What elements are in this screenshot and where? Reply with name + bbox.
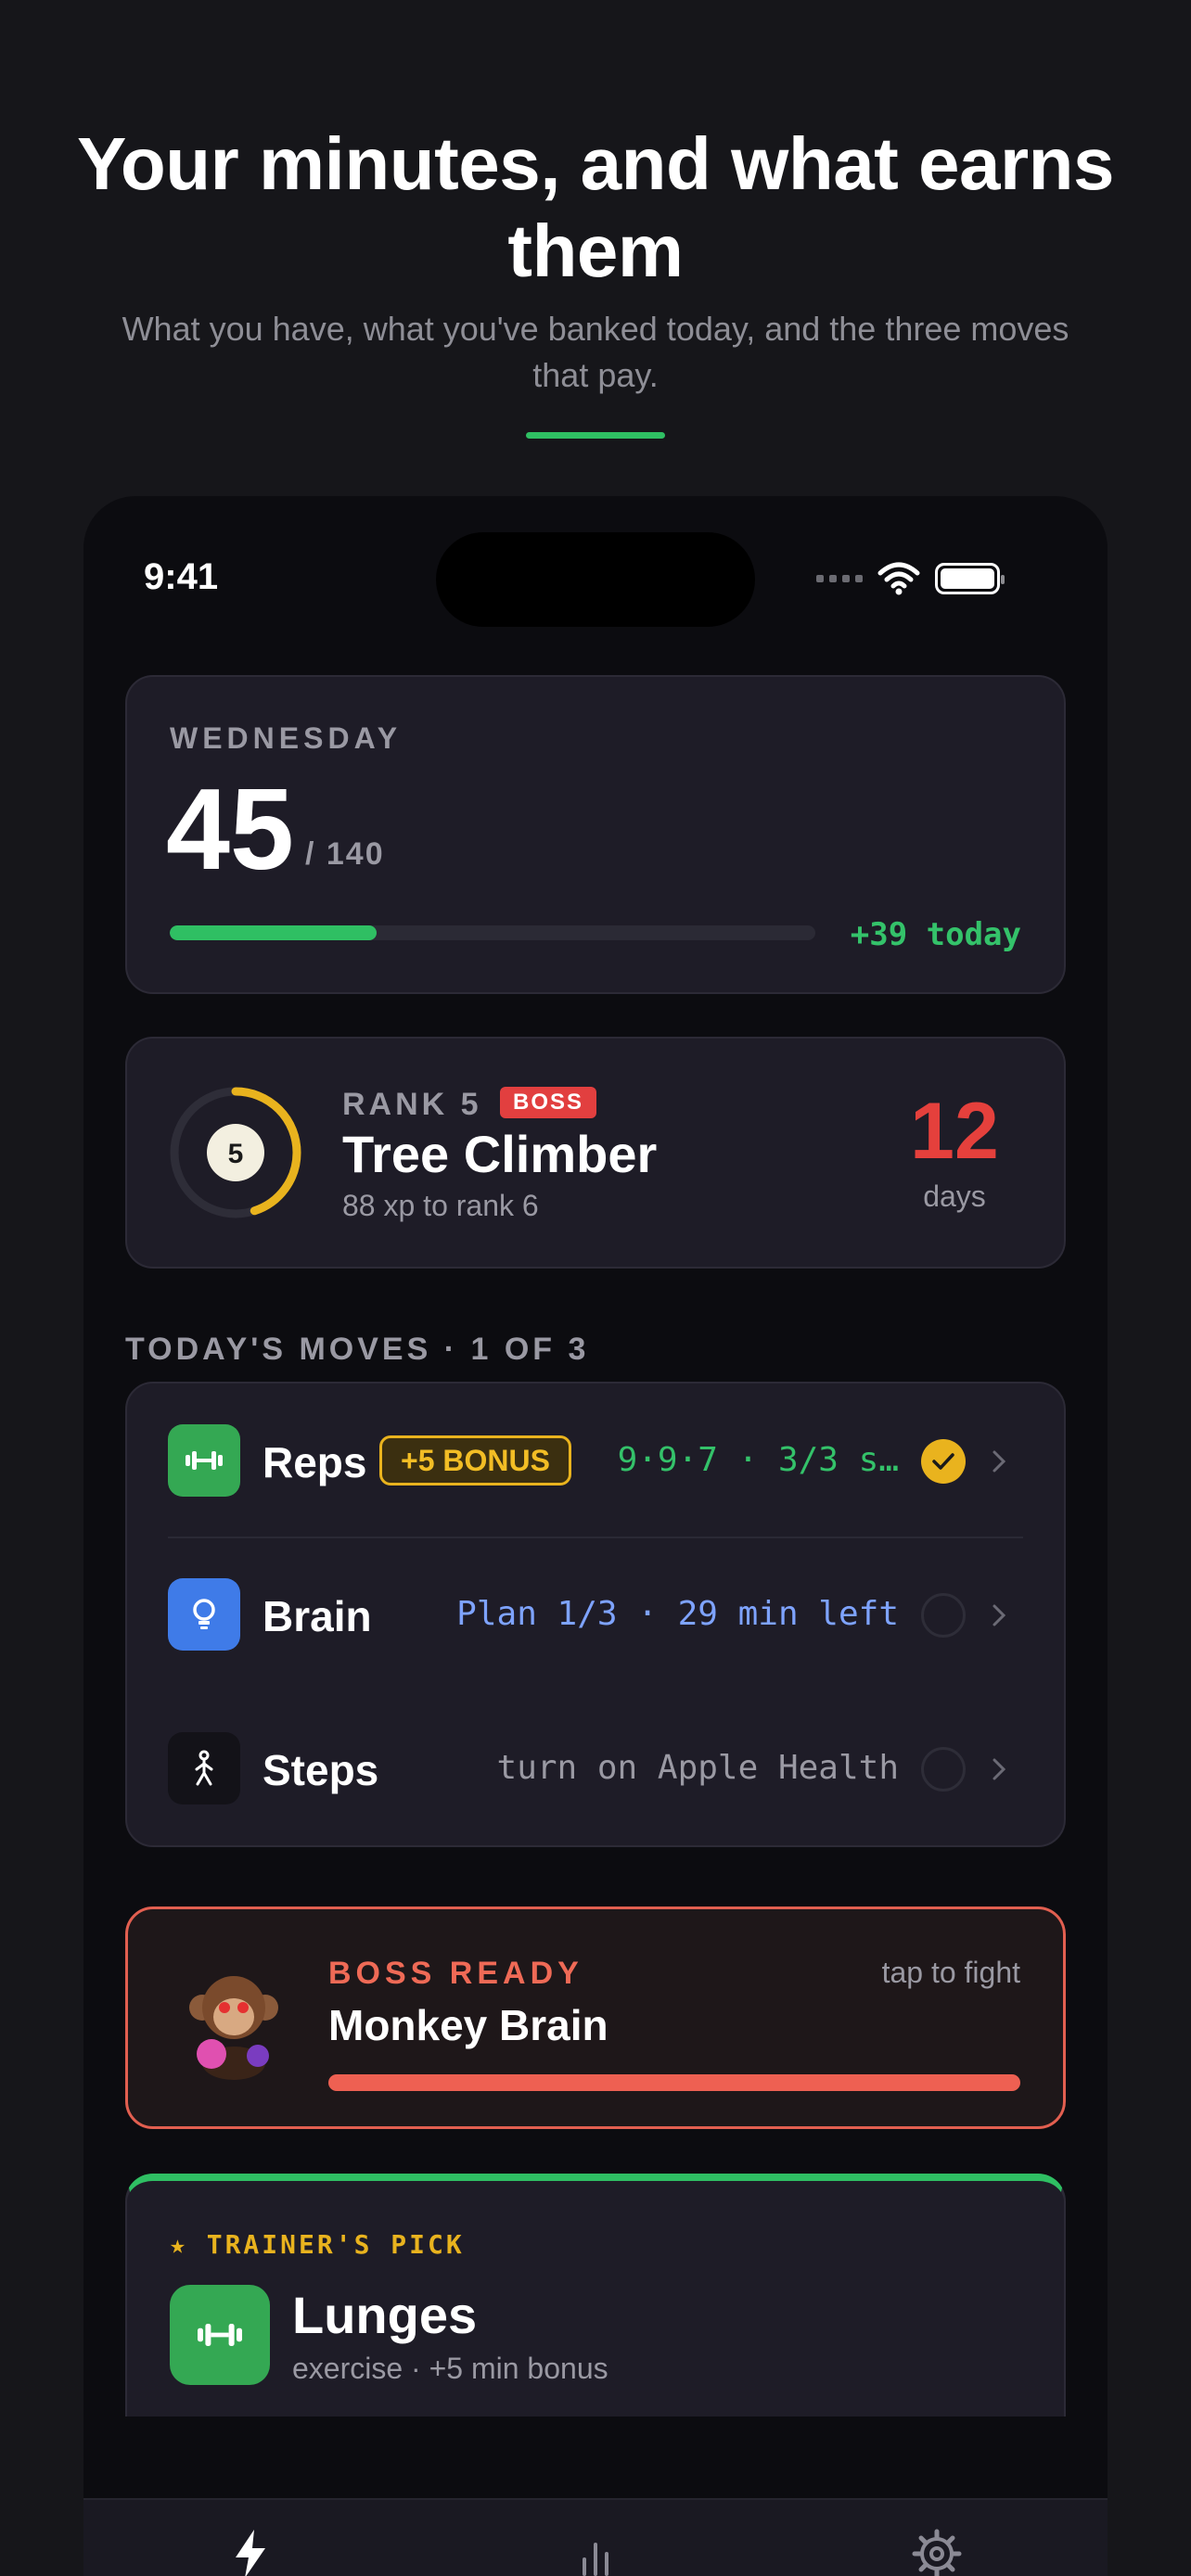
move-row-brain[interactable]: Brain Plan 1/3 · 29 min left (127, 1537, 1064, 1691)
boss-badge: BOSS (500, 1087, 597, 1118)
walking-icon (168, 1732, 240, 1804)
move-name: Brain (263, 1592, 372, 1640)
chevron-right-icon (992, 1450, 1006, 1473)
rank-xp: 88 xp to rank 6 (342, 1189, 539, 1222)
move-name: Steps (263, 1746, 379, 1794)
status-time: 9:41 (144, 556, 219, 597)
rank-progress-ring: 5 (170, 1087, 301, 1218)
trainer-pick-card[interactable]: ★ TRAINER'S PICK Lunges exercise · +5 mi… (125, 2174, 1066, 2417)
move-detail: 9·9·7 · 3/3 s… (617, 1441, 899, 1479)
bonus-tag: +5 BONUS (379, 1435, 571, 1486)
boss-health-bar (328, 2074, 1020, 2091)
chevron-right-icon (992, 1758, 1006, 1780)
moves-heading: TODAY'S MOVES · 1 OF 3 (125, 1332, 590, 1367)
minutes-progress-bar (170, 925, 815, 940)
move-detail: Plan 1/3 · 29 min left (456, 1595, 899, 1633)
wifi-icon (877, 562, 920, 595)
chevron-right-icon (992, 1604, 1006, 1626)
lightbulb-icon (168, 1578, 240, 1651)
tap-to-fight-hint: tap to fight (881, 1956, 1020, 1989)
move-detail: turn on Apple Health (496, 1749, 899, 1787)
boss-card[interactable]: BOSS READY tap to fight Monkey Brain (125, 1906, 1066, 2129)
bolt-icon (236, 2530, 265, 2576)
dumbbell-icon (170, 2285, 270, 2385)
weekday-label: WEDNESDAY (170, 721, 403, 755)
checkmark-icon (921, 1439, 966, 1484)
minutes-value: 45 (166, 766, 294, 894)
move-name: Reps (263, 1438, 367, 1486)
moves-card: Reps +5 BONUS 9·9·7 · 3/3 s… Brain Plan … (125, 1382, 1066, 1847)
trainer-pick-label: ★ TRAINER'S PICK (170, 2229, 465, 2260)
tab-stats[interactable] (558, 2528, 633, 2576)
rank-name: Tree Climber (342, 1125, 658, 1183)
minutes-progress-fill (170, 925, 377, 940)
monkey-avatar (189, 1976, 278, 2080)
trainer-exercise-subtitle: exercise · +5 min bonus (292, 2352, 608, 2385)
rank-level-number: 5 (228, 1139, 244, 1169)
gear-icon (912, 2529, 962, 2576)
tab-today[interactable] (213, 2528, 288, 2576)
dynamic-island (436, 532, 755, 627)
trainer-exercise-name: Lunges (292, 2286, 478, 2344)
tab-bar (83, 2498, 1108, 2576)
streak-unit: days (923, 1180, 986, 1213)
move-row-steps[interactable]: Steps turn on Apple Health (127, 1691, 1064, 1845)
minutes-total: / 140 (305, 836, 385, 872)
chart-icon (583, 2543, 608, 2576)
battery-icon (935, 563, 1005, 594)
title-underline (526, 432, 665, 439)
page-subtitle: What you have, what you've banked today,… (122, 310, 1069, 394)
rank-card[interactable]: 5 RANK 5 BOSS Tree Climber 88 xp to rank… (125, 1037, 1066, 1269)
unchecked-circle-icon (921, 1747, 966, 1792)
rank-label: RANK 5 (342, 1087, 482, 1122)
page-title: Your minutes, and what earns them (76, 122, 1115, 292)
unchecked-circle-icon (921, 1593, 966, 1638)
minutes-card[interactable]: WEDNESDAY 45 / 140 +39 today (125, 675, 1066, 994)
boss-name: Monkey Brain (328, 2001, 608, 2049)
today-earned: +39 today (850, 916, 1021, 953)
status-icons (816, 560, 1005, 597)
boss-ready-label: BOSS READY (328, 1956, 583, 1991)
move-row-reps[interactable]: Reps +5 BONUS 9·9·7 · 3/3 s… (127, 1384, 1064, 1538)
tab-settings[interactable] (900, 2528, 974, 2576)
streak-value: 12 (910, 1087, 999, 1176)
signal-icon (816, 575, 863, 582)
dumbbell-icon (168, 1424, 240, 1497)
